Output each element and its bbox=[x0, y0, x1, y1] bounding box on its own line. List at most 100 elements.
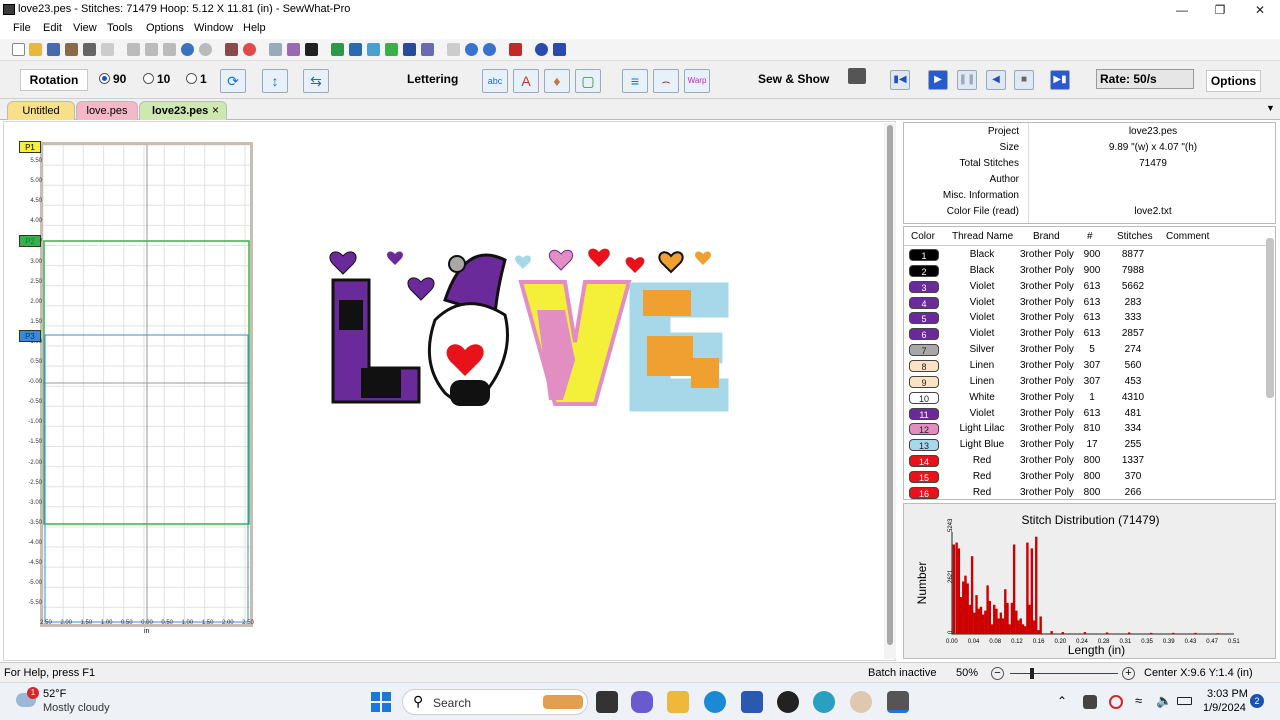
font-icon[interactable]: A bbox=[513, 69, 539, 93]
thread-color-swatch[interactable]: 10 bbox=[909, 391, 939, 404]
canvas-scrollbar[interactable] bbox=[884, 123, 896, 659]
store-icon[interactable] bbox=[741, 691, 763, 713]
menu-view[interactable]: View bbox=[73, 22, 97, 34]
windows-start-icon[interactable] bbox=[371, 692, 391, 712]
thread-row[interactable]: 10 White 3rother Poly 1 4310 bbox=[904, 390, 1269, 406]
align-icon[interactable]: ≡ bbox=[622, 69, 648, 93]
thread-color-swatch[interactable]: 16 bbox=[909, 486, 939, 499]
disk-icon[interactable] bbox=[287, 43, 300, 56]
dell-icon[interactable] bbox=[777, 691, 799, 713]
thread-color-swatch[interactable]: 9 bbox=[909, 375, 939, 388]
zoom-slider[interactable] bbox=[1010, 673, 1118, 674]
close-button[interactable]: ✕ bbox=[1240, 0, 1280, 20]
open-folder-icon[interactable] bbox=[29, 43, 42, 56]
thread-color-swatch[interactable]: 15 bbox=[909, 470, 939, 483]
tab-dropdown-icon[interactable]: ▼ bbox=[1266, 103, 1275, 113]
zoom-slider-thumb[interactable] bbox=[1030, 668, 1034, 679]
monogram-icon[interactable]: ♦ bbox=[544, 69, 570, 93]
shirt-icon[interactable] bbox=[349, 43, 362, 56]
thread-color-swatch[interactable]: 4 bbox=[909, 296, 939, 309]
frame-icon[interactable] bbox=[367, 43, 380, 56]
clock-date[interactable]: 1/9/2024 bbox=[1203, 702, 1246, 714]
zoom-in-button[interactable]: + bbox=[1122, 667, 1135, 680]
thread-row[interactable]: 11 Violet 3rother Poly 613 481 bbox=[904, 406, 1269, 422]
thread-color-swatch[interactable]: 14 bbox=[909, 455, 939, 468]
options-button[interactable]: Options bbox=[1206, 70, 1261, 92]
tray-chevron-icon[interactable]: ⌃ bbox=[1057, 694, 1067, 708]
warp-icon[interactable]: Warp bbox=[684, 69, 710, 93]
marker-p2[interactable]: P2 bbox=[19, 235, 41, 247]
thread-row[interactable]: 9 Linen 3rother Poly 307 453 bbox=[904, 374, 1269, 390]
mirror-vertical-icon[interactable]: ↕ bbox=[262, 69, 288, 93]
thread-color-swatch[interactable]: 6 bbox=[909, 328, 939, 341]
menu-help[interactable]: Help bbox=[243, 22, 266, 34]
card-icon[interactable] bbox=[305, 43, 318, 56]
step-back-icon[interactable]: ◀ bbox=[986, 70, 1006, 90]
thread-row[interactable]: 6 Violet 3rother Poly 613 2857 bbox=[904, 326, 1269, 342]
color-icon[interactable] bbox=[385, 43, 398, 56]
forward-icon[interactable] bbox=[483, 43, 496, 56]
rotate-icon[interactable]: ⟳ bbox=[220, 69, 246, 93]
rotation-90-radio[interactable] bbox=[99, 73, 110, 84]
thread-row[interactable]: 14 Red 3rother Poly 800 1337 bbox=[904, 453, 1269, 469]
chat-icon[interactable] bbox=[631, 691, 653, 713]
thread-color-swatch[interactable]: 8 bbox=[909, 359, 939, 372]
thread-row[interactable]: 7 Silver 3rother Poly 5 274 bbox=[904, 342, 1269, 358]
sewwhat-taskbar-icon[interactable] bbox=[887, 691, 909, 713]
tab-love[interactable]: love.pes bbox=[76, 101, 138, 120]
arc-text-icon[interactable]: ⌢ bbox=[653, 69, 679, 93]
fast-forward-icon[interactable]: ▶▮ bbox=[1050, 70, 1070, 90]
maximize-button[interactable]: ❐ bbox=[1200, 0, 1240, 20]
thread-row[interactable]: 13 Light Blue 3rother Poly 17 255 bbox=[904, 437, 1269, 453]
battery-icon[interactable] bbox=[1177, 697, 1192, 705]
print-icon[interactable] bbox=[83, 43, 96, 56]
split-icon[interactable] bbox=[225, 43, 238, 56]
tray-app-icon[interactable] bbox=[1083, 695, 1097, 709]
save-icon[interactable] bbox=[47, 43, 60, 56]
thread-color-swatch[interactable]: 2 bbox=[909, 264, 939, 277]
rewind-icon[interactable]: ▮◀ bbox=[890, 70, 910, 90]
sewing-machine-icon[interactable] bbox=[848, 68, 866, 84]
menu-options[interactable]: Options bbox=[146, 22, 184, 34]
task-view-icon[interactable] bbox=[596, 691, 618, 713]
thread-row[interactable]: 15 Red 3rother Poly 800 370 bbox=[904, 469, 1269, 485]
marker-p1[interactable]: P1 bbox=[19, 141, 41, 153]
app-s-icon[interactable] bbox=[813, 691, 835, 713]
tab-close-icon[interactable]: × bbox=[212, 103, 219, 117]
thread-row[interactable]: 3 Violet 3rother Poly 613 5662 bbox=[904, 279, 1269, 295]
text-new-icon[interactable]: abc bbox=[482, 69, 508, 93]
menu-window[interactable]: Window bbox=[194, 22, 233, 34]
thread-color-swatch[interactable]: 13 bbox=[909, 439, 939, 452]
clock-time[interactable]: 3:03 PM bbox=[1207, 688, 1248, 700]
taskbar-search[interactable]: ⚲ Search bbox=[402, 689, 588, 715]
save-as-icon[interactable] bbox=[65, 43, 78, 56]
thread-color-swatch[interactable]: 12 bbox=[909, 423, 939, 436]
redo-icon[interactable] bbox=[199, 43, 212, 56]
thread-row[interactable]: 12 Light Lilac 3rother Poly 810 334 bbox=[904, 421, 1269, 437]
thread-color-swatch[interactable]: 3 bbox=[909, 280, 939, 293]
copy-icon[interactable] bbox=[145, 43, 158, 56]
thread-color-swatch[interactable]: 7 bbox=[909, 344, 939, 357]
thread-row[interactable]: 1 Black 3rother Poly 900 8877 bbox=[904, 247, 1269, 263]
mirror-horizontal-icon[interactable]: ⇆ bbox=[303, 69, 329, 93]
tab-untitled[interactable]: Untitled bbox=[7, 101, 75, 120]
pause-icon[interactable]: ❚❚ bbox=[957, 70, 977, 90]
thread-row[interactable]: 2 Black 3rother Poly 900 7988 bbox=[904, 263, 1269, 279]
minimize-button[interactable]: — bbox=[1162, 0, 1202, 20]
rotation-1-radio[interactable] bbox=[186, 73, 197, 84]
wifi-icon[interactable]: ≈ bbox=[1135, 693, 1142, 708]
list-icon[interactable] bbox=[447, 43, 460, 56]
thread-row[interactable]: 5 Violet 3rother Poly 613 333 bbox=[904, 310, 1269, 326]
menu-file[interactable]: File bbox=[13, 22, 31, 34]
paste-icon[interactable] bbox=[163, 43, 176, 56]
rotation-10-radio[interactable] bbox=[143, 73, 154, 84]
rotation-button[interactable]: Rotation bbox=[20, 69, 88, 91]
rate-field[interactable]: Rate: 50/s bbox=[1096, 69, 1194, 89]
thread-row[interactable]: 16 Red 3rother Poly 800 266 bbox=[904, 485, 1269, 501]
hoop-area[interactable] bbox=[40, 142, 253, 627]
stop-playback-icon[interactable]: ■ bbox=[1014, 70, 1034, 90]
menu-tools[interactable]: Tools bbox=[107, 22, 133, 34]
love-gnome-design[interactable]: L V E bbox=[325, 240, 735, 412]
grid-icon[interactable] bbox=[403, 43, 416, 56]
edge-icon[interactable] bbox=[704, 691, 726, 713]
